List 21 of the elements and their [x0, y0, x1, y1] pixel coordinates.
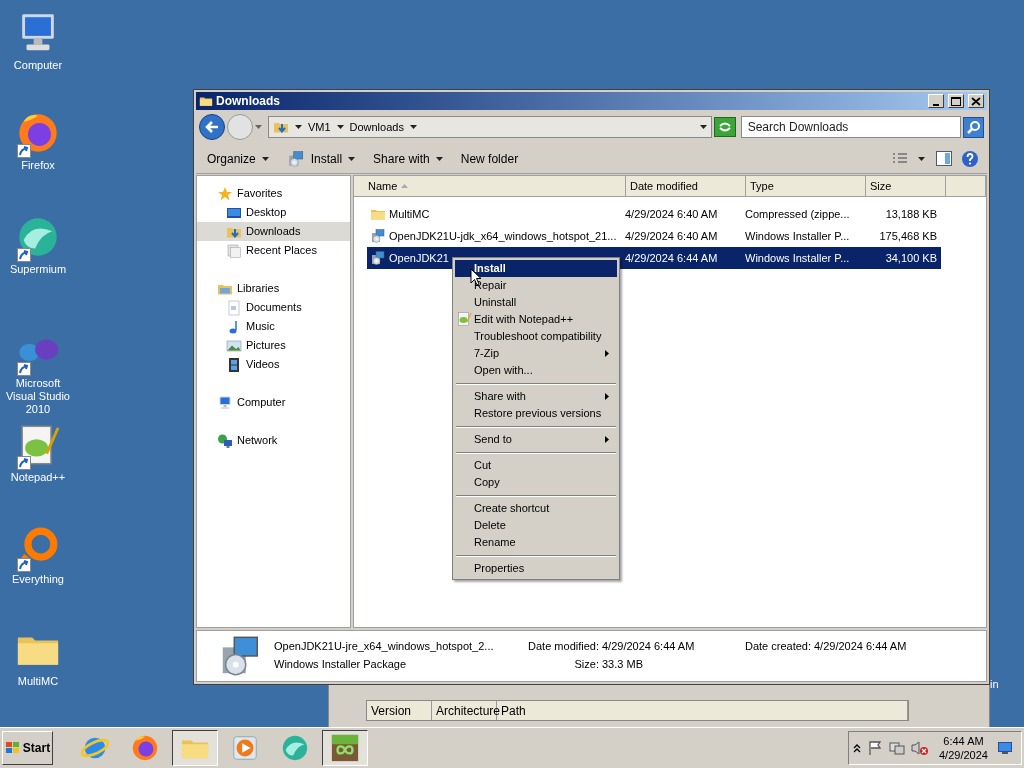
table-cell-text: 4/29/2024 6:44 AM	[625, 250, 719, 266]
file-name: OpenJDK21U-jre_x64_windows_hotspot_2...	[274, 639, 495, 654]
table-cell-text: 4/29/2024 6:40 AM	[625, 228, 719, 244]
file-name: OpenJDK21	[389, 250, 449, 266]
table-cell-text: Compressed (zippe...	[745, 206, 851, 222]
table-cell-text: 4/29/2024 6:40 AM	[625, 206, 719, 222]
field-value: 4/29/2024 6:44 AM	[814, 639, 908, 654]
file-name: MultiMC	[389, 206, 430, 222]
table-cell-text: 13,188 KB	[884, 206, 937, 222]
file-type: Windows Installer Package	[274, 657, 408, 672]
table-cell-text: 175,468 KB	[878, 228, 937, 244]
file-name: OpenJDK21U-jdk_x64_windows_hotspot_21...	[389, 228, 617, 244]
table-cell-text: Windows Installer P...	[745, 250, 851, 266]
table-cell-text: Windows Installer P...	[745, 228, 851, 244]
table-cell-text: 34,100 KB	[884, 250, 937, 266]
window-title: Downloads	[216, 93, 280, 110]
field-value: 4/29/2024 6:44 AM	[602, 639, 696, 654]
field-label: Size:	[573, 657, 599, 672]
field-label: Date created:	[743, 639, 811, 654]
field-label: Date modified:	[527, 639, 599, 654]
field-value: 33.3 MB	[602, 657, 644, 672]
